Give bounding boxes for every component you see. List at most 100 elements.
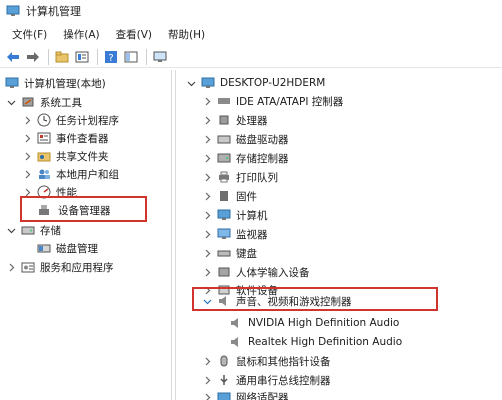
device-category[interactable]: 磁盘驱动器 — [202, 130, 289, 148]
forward-arrow-icon[interactable] — [24, 48, 42, 66]
device-category[interactable]: 打印队列 — [202, 168, 278, 186]
chevron-down-icon[interactable] — [186, 78, 196, 88]
toolbar-separator — [97, 48, 98, 65]
back-arrow-icon[interactable] — [4, 48, 22, 66]
category-label: 存储控制器 — [236, 152, 289, 165]
console-tree-pane: 计算机管理(本地) 系统工具 任务计划程序 事件查看器 共享文件夹 本地用户和组… — [0, 70, 172, 400]
device-category[interactable]: 存储控制器 — [202, 149, 289, 167]
tree-root-label: 计算机管理(本地) — [24, 77, 106, 90]
tree-root[interactable]: 计算机管理(本地) — [4, 74, 106, 92]
computer-management-icon — [4, 76, 20, 90]
chevron-right-icon[interactable] — [202, 191, 212, 201]
category-label: 通用串行总线控制器 — [236, 374, 331, 387]
device-category[interactable]: IDE ATA/ATAPI 控制器 — [202, 92, 343, 110]
toolbar-separator — [146, 48, 147, 65]
device-category[interactable]: 人体学输入设备 — [202, 263, 310, 281]
tree-system-tools[interactable]: 系统工具 — [6, 93, 82, 111]
device-category[interactable]: 键盘 — [202, 244, 257, 262]
menu-help[interactable]: 帮助(H) — [160, 27, 213, 42]
chevron-right-icon[interactable] — [6, 262, 16, 272]
tree-storage[interactable]: 存储 — [6, 221, 61, 239]
chevron-right-icon[interactable] — [22, 151, 32, 161]
device-label: Realtek High Definition Audio — [248, 336, 403, 348]
chevron-right-icon[interactable] — [22, 115, 32, 125]
tools-icon — [20, 95, 36, 109]
tree-label: 任务计划程序 — [56, 114, 119, 127]
device-tree-pane: DESKTOP-U2HDERM IDE ATA/ATAPI 控制器 处理器 磁盘… — [175, 70, 502, 400]
device-category[interactable]: 处理器 — [202, 111, 268, 129]
menu-view[interactable]: 查看(V) — [108, 27, 160, 42]
svg-text:?: ? — [108, 53, 113, 64]
tree-disk-management[interactable]: 磁盘管理 — [22, 239, 98, 257]
mouse-icon — [216, 354, 232, 368]
hid-icon — [216, 265, 232, 279]
computer-management-icon — [6, 5, 20, 17]
chevron-right-icon[interactable] — [202, 115, 212, 125]
chevron-right-icon[interactable] — [202, 229, 212, 239]
chevron-right-icon[interactable] — [202, 96, 212, 106]
tree-local-users[interactable]: 本地用户和组 — [22, 165, 119, 183]
computer-name: DESKTOP-U2HDERM — [220, 77, 326, 89]
menu-action[interactable]: 操作(A) — [55, 27, 107, 42]
usb-icon — [216, 373, 232, 387]
device-category[interactable]: 固件 — [202, 187, 257, 205]
chevron-right-icon[interactable] — [22, 169, 32, 179]
tree-shared-folders[interactable]: 共享文件夹 — [22, 147, 109, 165]
keyboard-icon — [216, 246, 232, 260]
chevron-right-icon[interactable] — [202, 267, 212, 277]
device-category[interactable]: 通用串行总线控制器 — [202, 371, 331, 389]
menu-bar: 文件(F) 操作(A) 查看(V) 帮助(H) — [0, 24, 502, 44]
folder-up-icon[interactable] — [53, 48, 71, 66]
help-icon[interactable]: ? — [102, 48, 120, 66]
device-category[interactable]: 网络适配器 — [202, 388, 289, 400]
category-label: 打印队列 — [236, 171, 278, 184]
window-title: 计算机管理 — [26, 5, 81, 18]
tree-services-apps[interactable]: 服务和应用程序 — [6, 258, 114, 276]
properties-icon[interactable] — [73, 48, 91, 66]
device-tree-root[interactable]: DESKTOP-U2HDERM — [186, 74, 325, 92]
chevron-right-icon[interactable] — [202, 172, 212, 182]
sound-controller-highlight — [192, 287, 438, 311]
category-label: 网络适配器 — [236, 391, 289, 400]
storage-icon — [20, 223, 36, 237]
speaker-icon — [228, 335, 244, 349]
tree-label: 磁盘管理 — [56, 242, 98, 255]
chevron-right-icon[interactable] — [202, 392, 212, 400]
chevron-down-icon[interactable] — [6, 225, 16, 235]
computer-icon — [216, 208, 232, 222]
chevron-down-icon[interactable] — [6, 97, 16, 107]
device-manager-highlight — [20, 196, 147, 222]
panel-icon[interactable] — [122, 48, 140, 66]
category-label: 监视器 — [236, 228, 268, 241]
disk-icon — [36, 241, 52, 255]
ide-controller-icon — [216, 94, 232, 108]
chevron-right-icon[interactable] — [202, 153, 212, 163]
chevron-right-icon[interactable] — [202, 375, 212, 385]
chevron-right-icon[interactable] — [22, 133, 32, 143]
chevron-right-icon[interactable] — [202, 356, 212, 366]
category-label: 处理器 — [236, 114, 268, 127]
disk-drive-icon — [216, 132, 232, 146]
users-icon — [36, 167, 52, 181]
processor-icon — [216, 113, 232, 127]
device-label: NVIDIA High Definition Audio — [248, 317, 400, 329]
tree-label: 服务和应用程序 — [40, 261, 114, 274]
device-item[interactable]: Realtek High Definition Audio — [228, 333, 402, 351]
chevron-right-icon[interactable] — [202, 210, 212, 220]
device-category[interactable]: 计算机 — [202, 206, 268, 224]
category-label: 鼠标和其他指针设备 — [236, 355, 331, 368]
device-item[interactable]: NVIDIA High Definition Audio — [228, 314, 399, 332]
clock-icon — [36, 113, 52, 127]
computer-icon — [200, 76, 216, 90]
device-category[interactable]: 鼠标和其他指针设备 — [202, 352, 331, 370]
tree-task-scheduler[interactable]: 任务计划程序 — [22, 111, 119, 129]
toolbar: ? — [0, 46, 502, 68]
device-category[interactable]: 监视器 — [202, 225, 268, 243]
monitor-icon[interactable] — [151, 48, 169, 66]
firmware-icon — [216, 189, 232, 203]
menu-file[interactable]: 文件(F) — [4, 27, 55, 42]
chevron-right-icon[interactable] — [202, 134, 212, 144]
title-bar: 计算机管理 — [0, 0, 502, 22]
chevron-right-icon[interactable] — [202, 248, 212, 258]
tree-event-viewer[interactable]: 事件查看器 — [22, 129, 109, 147]
